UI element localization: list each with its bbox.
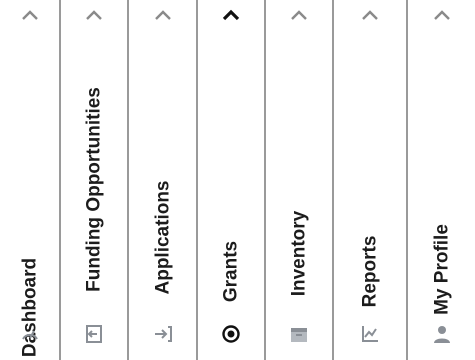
chevron-up-icon[interactable] — [289, 9, 309, 21]
chevron-up-icon[interactable] — [360, 9, 380, 21]
chevron-up-icon[interactable] — [20, 9, 40, 21]
nav-item-label: Reports — [359, 235, 381, 308]
submit-arrow-icon — [154, 326, 172, 342]
nav-item-applications[interactable]: Applications — [129, 0, 196, 360]
nav-item-my-profile[interactable]: My Profile — [408, 0, 475, 360]
nav-item-dashboard[interactable]: Dashboard — [0, 0, 59, 360]
nav-item-grants[interactable]: Grants — [198, 0, 264, 360]
nav-item-funding-opportunities[interactable]: Funding Opportunities — [61, 0, 127, 360]
box-icon — [291, 328, 307, 342]
eye-icon — [222, 325, 240, 343]
nav-item-label: Grants — [220, 240, 242, 303]
nav-item-label: Applications — [152, 180, 173, 295]
gauge-icon — [21, 330, 38, 340]
report-chart-icon — [362, 326, 378, 342]
chevron-up-icon[interactable] — [221, 9, 241, 21]
sign-in-icon — [86, 325, 102, 343]
nav-item-label: Inventory — [288, 210, 310, 297]
chevron-up-icon[interactable] — [432, 9, 452, 21]
nav-item-inventory[interactable]: Inventory — [266, 0, 332, 360]
chevron-up-icon[interactable] — [153, 9, 173, 21]
nav-item-reports[interactable]: Reports — [334, 0, 406, 360]
nav-item-label: My Profile — [431, 224, 452, 315]
user-icon — [433, 326, 450, 343]
nav-item-label: Funding Opportunities — [83, 87, 105, 292]
vertical-nav-strip: Dashboard Funding Opportunities Applicat… — [0, 0, 475, 360]
chevron-up-icon[interactable] — [84, 9, 104, 21]
